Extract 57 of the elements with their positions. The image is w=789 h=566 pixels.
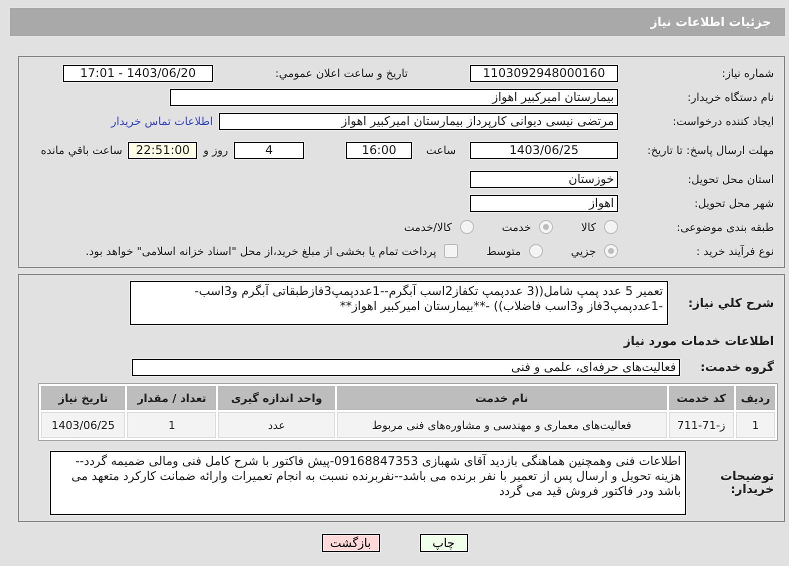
field-label: مهلت ارسال پاسخ: تا تاریخ:	[646, 144, 774, 156]
announce-date-field: 1403/06/20 - 17:01	[63, 64, 213, 82]
option-label: كالا	[581, 220, 596, 234]
field-label: گروه خدمت:	[699, 360, 774, 374]
option-label: متوسط	[486, 244, 521, 258]
field-label: طبقه بندی موضوعی:	[676, 220, 774, 234]
option-label: جزيي	[570, 244, 596, 258]
option-label: خدمت	[502, 220, 532, 234]
city-field: اهواز	[470, 194, 618, 212]
table-cell: فعالیت‌های معماری و مهندسی و مشاوره‌های فنی مربوط	[336, 412, 667, 438]
radio-button[interactable]	[460, 220, 474, 234]
back-button[interactable]: بازگشت	[322, 534, 380, 552]
remaining-time-field: 22:51:00	[128, 142, 198, 158]
buyer-contact-link[interactable]: اطلاعات تماس خریدار	[111, 114, 213, 128]
field-label: شرح کلي نياز:	[687, 296, 774, 310]
checkbox[interactable]	[444, 244, 458, 258]
need-number-field: 1103092948000160	[470, 64, 618, 82]
remaining-label: ساعت باقي مانده	[40, 144, 122, 156]
description-field: تعمیر 5 عدد پمپ شامل((3 عددپمپ تکفاز2اسب آبگرم--1عددپمپ3فازطبقاتی آبگرم و3اسب--1عددپمپ3فاز و3اسب فاضلاب)) -**بیمارستان امیرکبیر اهواز**	[130, 281, 668, 325]
table-cell: ز-71-711	[668, 412, 734, 438]
column-header: واحد اندازه گیری	[218, 386, 335, 410]
table-cell: عدد	[218, 412, 335, 438]
deadline-date-field: 1403/06/25	[470, 142, 618, 158]
days-field: 4	[234, 142, 304, 158]
field-label: نوع فرآیند خرید :	[695, 244, 774, 258]
table-cell: 1	[127, 412, 216, 438]
column-header: ردیف	[736, 386, 775, 410]
field-label: شهر محل تحویل:	[693, 196, 774, 210]
province-field: خوزستان	[470, 170, 618, 188]
column-header: کد خدمت	[668, 386, 734, 410]
days-label: روز و	[203, 144, 228, 156]
service-group-field: فعالیت‌های حرفه‌ای، علمی و فنی	[132, 358, 680, 376]
deadline-time-field: 16:00	[346, 142, 412, 158]
field-label: توضیحات خریدار:	[719, 470, 774, 496]
option-label: كالا/خدمت	[404, 220, 452, 234]
radio-button[interactable]	[604, 244, 618, 258]
checkbox-label: پرداخت تمام یا بخشی از مبلغ خرید،از محل "اسناد خزانه اسلامی" خواهد بود.	[86, 244, 436, 258]
field-label: تاريخ و ساعت اعلان عمومي:	[274, 66, 409, 80]
table-cell: 1	[736, 412, 775, 438]
column-header: تاریخ نیاز	[41, 386, 126, 410]
buyer-notes-field: اطلاعات فنی وهمچنین هماهنگی بازدید آقای شهبازی 09168847353-پیش فاکتور با شرح کامل فنی ومالی ضمیمه گردد--هزینه تحویل و ارسال پس از تعمیر با نفر برنده می باشد--نفربرنده نسبت به انجام تعمیرات وارائه ضمانت کارکرد متعهد می باشد ودر فاکتور فروش قید می گردد	[50, 451, 686, 515]
field-label: نام دستگاه خریدار:	[686, 90, 774, 104]
radio-button[interactable]	[539, 220, 554, 234]
table-cell: 1403/06/25	[41, 412, 126, 438]
buyer-field: بيمارستان اميرکبير اهواز	[170, 88, 618, 106]
time-label: ساعت	[426, 144, 456, 156]
radio-button[interactable]	[604, 220, 618, 234]
print-button[interactable]: چاپ	[420, 534, 468, 552]
column-header: نام خدمت	[336, 386, 667, 410]
field-label: استان محل تحویل:	[686, 172, 774, 186]
field-label: شماره نیاز:	[720, 66, 774, 80]
section-heading: اطلاعات خدمات مورد نیاز	[622, 334, 774, 348]
radio-button[interactable]	[528, 244, 543, 258]
field-label: ایجاد کننده درخواست:	[672, 114, 774, 128]
page-header: جزئیات اطلاعات نیاز	[10, 8, 785, 36]
column-header: تعداد / مقدار	[127, 386, 216, 410]
creator-field: مرتضی نیسی دیوانی کارپرداز بیمارستان امیرکبیر اهواز	[219, 112, 618, 130]
